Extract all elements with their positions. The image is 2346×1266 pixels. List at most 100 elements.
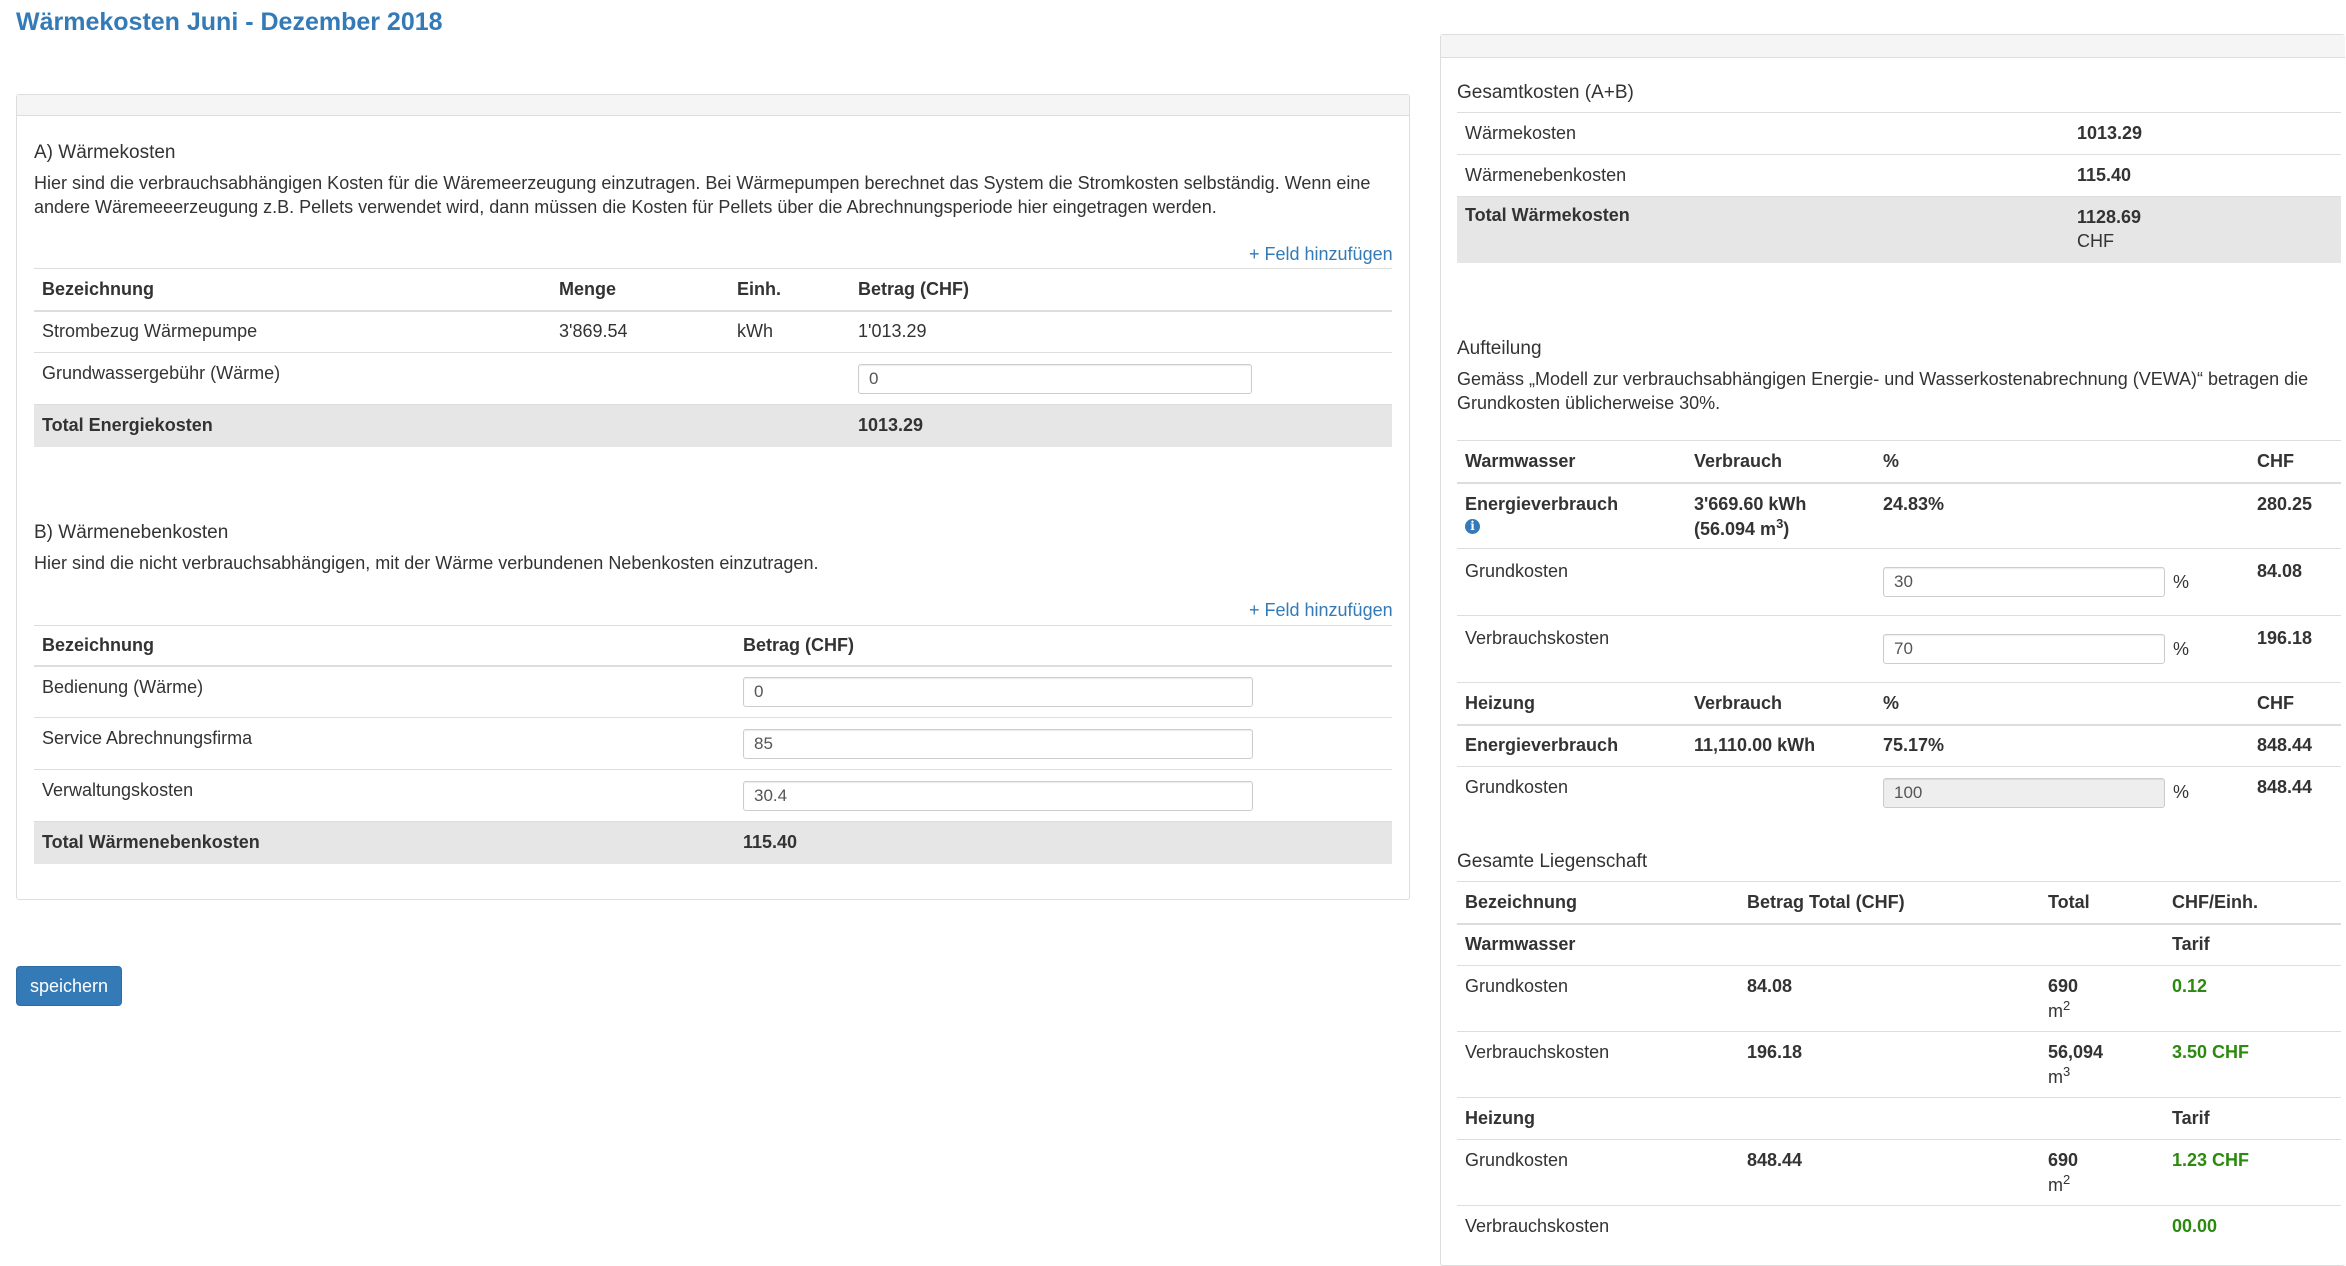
- col-bezeichnung: Bezeichnung: [34, 268, 551, 312]
- col-percent: %: [1875, 682, 2249, 726]
- aufteilung-table: Warmwasser Verbrauch % CHF Energieverbra…: [1457, 440, 2341, 819]
- col-chf: CHF: [2249, 440, 2341, 484]
- row-label: Grundkosten: [1457, 548, 1686, 616]
- page-title: Wärmekosten Juni - Dezember 2018: [16, 8, 443, 36]
- unit-exponent: 3: [2063, 1064, 2071, 1079]
- paren-close: ): [1783, 518, 1790, 539]
- energy-costs-table: Bezeichnung Menge Einh. Betrag (CHF) Str…: [34, 268, 1392, 447]
- aufteilung-description: Gemäss „Modell zur verbrauchsabhängigen …: [1457, 369, 2309, 413]
- total-row: Total Energiekosten 1013.29: [34, 404, 1392, 447]
- row-rate: 3.50 CHF: [2164, 1031, 2341, 1098]
- section-b-title: B) Wärmenebenkosten: [34, 522, 229, 543]
- table-row: Strombezug Wärmepumpe 3'869.54 kWh 1'013…: [34, 310, 1392, 353]
- table-row: Verwaltungskosten: [34, 769, 1392, 822]
- add-field-link-a[interactable]: + Feld hinzufügen: [1249, 244, 1393, 265]
- row-label: Service Abrechnungsfirma: [34, 717, 735, 770]
- col-betrag: Betrag (CHF): [850, 268, 1392, 312]
- row-label: Grundkosten: [1457, 766, 1686, 819]
- row-chf: 848.44: [2249, 766, 2341, 819]
- row-chf: 196.18: [2249, 615, 2341, 683]
- row-value: 1013.29: [2069, 112, 2341, 155]
- row-label: Grundkosten: [1457, 965, 1739, 1032]
- row-rate: 0.12: [2164, 965, 2341, 1032]
- row-rate: 00.00: [2164, 1205, 2341, 1248]
- total-value: 115.40: [735, 821, 1392, 864]
- col-heizung: Heizung: [1457, 682, 1686, 726]
- row-label: Verbrauchskosten: [1457, 1031, 1739, 1098]
- total-label: Total Wärmekosten: [1457, 196, 2069, 263]
- group-row: Heizung Tarif: [1457, 1097, 2341, 1140]
- row-label: Bedienung (Wärme): [34, 665, 735, 718]
- group-label: Heizung: [1457, 1097, 1739, 1140]
- row-label: Wärmekosten: [1457, 112, 2069, 155]
- total-value: 1013.29: [850, 404, 1392, 447]
- percent-unit: %: [2173, 571, 2190, 592]
- table-row: Service Abrechnungsfirma: [34, 717, 1392, 770]
- table-row: Verbrauchskosten 196.18 56,094 m3 3.50 C…: [1457, 1031, 2341, 1098]
- verbrauchskosten-percent-input[interactable]: [1883, 634, 2165, 664]
- row-einheit: kWh: [729, 310, 850, 353]
- unit-exponent: 2: [2063, 1172, 2071, 1187]
- row-value: 115.40: [2069, 154, 2341, 197]
- row-betrag: 848.44: [1739, 1139, 2040, 1206]
- aufteilung-title: Aufteilung: [1457, 338, 1542, 359]
- col-bezeichnung: Bezeichnung: [34, 625, 735, 667]
- row-label: Energieverbrauch: [1465, 493, 1619, 514]
- unit-exponent: 2: [2063, 998, 2071, 1013]
- total-label: Total Energiekosten: [34, 404, 551, 447]
- add-field-link-b[interactable]: + Feld hinzufügen: [1249, 600, 1393, 621]
- table-row: Grundkosten 84.08 690 m2 0.12: [1457, 965, 2341, 1032]
- total-row: Total Wärmenebenkosten 115.40: [34, 821, 1392, 864]
- row-label: Grundkosten: [1457, 1139, 1739, 1206]
- table-row: Wärmekosten 1013.29: [1457, 112, 2341, 155]
- row-label: Verbrauchskosten: [1457, 615, 1686, 683]
- gesamt-title: Gesamtkosten (A+B): [1457, 82, 1634, 103]
- col-warmwasser: Warmwasser: [1457, 440, 1686, 484]
- table-row: Verbrauchskosten % 196.18: [1457, 615, 2341, 683]
- tarif-label: Tarif: [2164, 1097, 2341, 1140]
- save-button[interactable]: speichern: [16, 966, 123, 1006]
- table-row: Grundkosten % 848.44: [1457, 766, 2341, 819]
- row-rate: 1.23 CHF: [2164, 1139, 2341, 1206]
- nebenkosten-table: Bezeichnung Betrag (CHF) Bedienung (Wärm…: [34, 625, 1392, 864]
- row-chf: 280.25: [2249, 482, 2341, 549]
- row-label: Energieverbrauch: [1457, 724, 1686, 767]
- row-label: Grundwassergebühr (Wärme): [34, 352, 551, 405]
- section-a-description: Hier sind die verbrauchsabhängigen Koste…: [34, 173, 1371, 217]
- row-percent: 24.83%: [1875, 482, 2249, 549]
- row-betrag: 196.18: [1739, 1031, 2040, 1098]
- heizung-grundkosten-percent-input: [1883, 777, 2165, 808]
- total-value: 1128.69: [2077, 207, 2142, 227]
- total-row: Total Wärmekosten 1128.69 CHF: [1457, 196, 2341, 263]
- group-label: Warmwasser: [1457, 923, 1739, 966]
- liegenschaft-table: Bezeichnung Betrag Total (CHF) Total CHF…: [1457, 881, 2341, 1248]
- panel-heading: [1441, 35, 2345, 58]
- tarif-label: Tarif: [2164, 923, 2341, 966]
- grundwasser-input[interactable]: [858, 363, 1252, 394]
- bedienung-input[interactable]: [743, 676, 1253, 707]
- verbrauch-m3: (56.094 m: [1694, 518, 1777, 539]
- row-label: Verbrauchskosten: [1457, 1205, 1739, 1248]
- col-chf-einh: CHF/Einh.: [2164, 881, 2341, 925]
- col-betrag: Betrag (CHF): [735, 625, 1392, 667]
- info-icon[interactable]: i: [1465, 518, 1480, 534]
- row-label: Verwaltungskosten: [34, 769, 735, 822]
- col-total: Total: [2040, 881, 2164, 925]
- section-b-description: Hier sind die nicht verbrauchsabhängigen…: [34, 553, 819, 573]
- group-row: Warmwasser Tarif: [1457, 923, 2341, 966]
- grundkosten-percent-input[interactable]: [1883, 567, 2165, 597]
- percent-unit: %: [2173, 782, 2190, 803]
- col-einheit: Einh.: [729, 268, 850, 312]
- panel-heading: [17, 95, 1409, 116]
- col-menge: Menge: [551, 268, 729, 312]
- row-percent: 75.17%: [1875, 724, 2249, 767]
- service-input[interactable]: [743, 728, 1253, 759]
- unit: m: [2048, 1067, 2063, 1087]
- total-label: Total Wärmenebenkosten: [34, 821, 735, 864]
- row-label: Strombezug Wärmepumpe: [34, 310, 551, 353]
- total-unit: CHF: [2077, 231, 2114, 251]
- unit: m: [2048, 1001, 2063, 1021]
- verbrauch-kwh: 3'669.60 kWh: [1694, 493, 1807, 514]
- verwaltung-input[interactable]: [743, 780, 1253, 811]
- row-betrag: 1'013.29: [850, 310, 1392, 353]
